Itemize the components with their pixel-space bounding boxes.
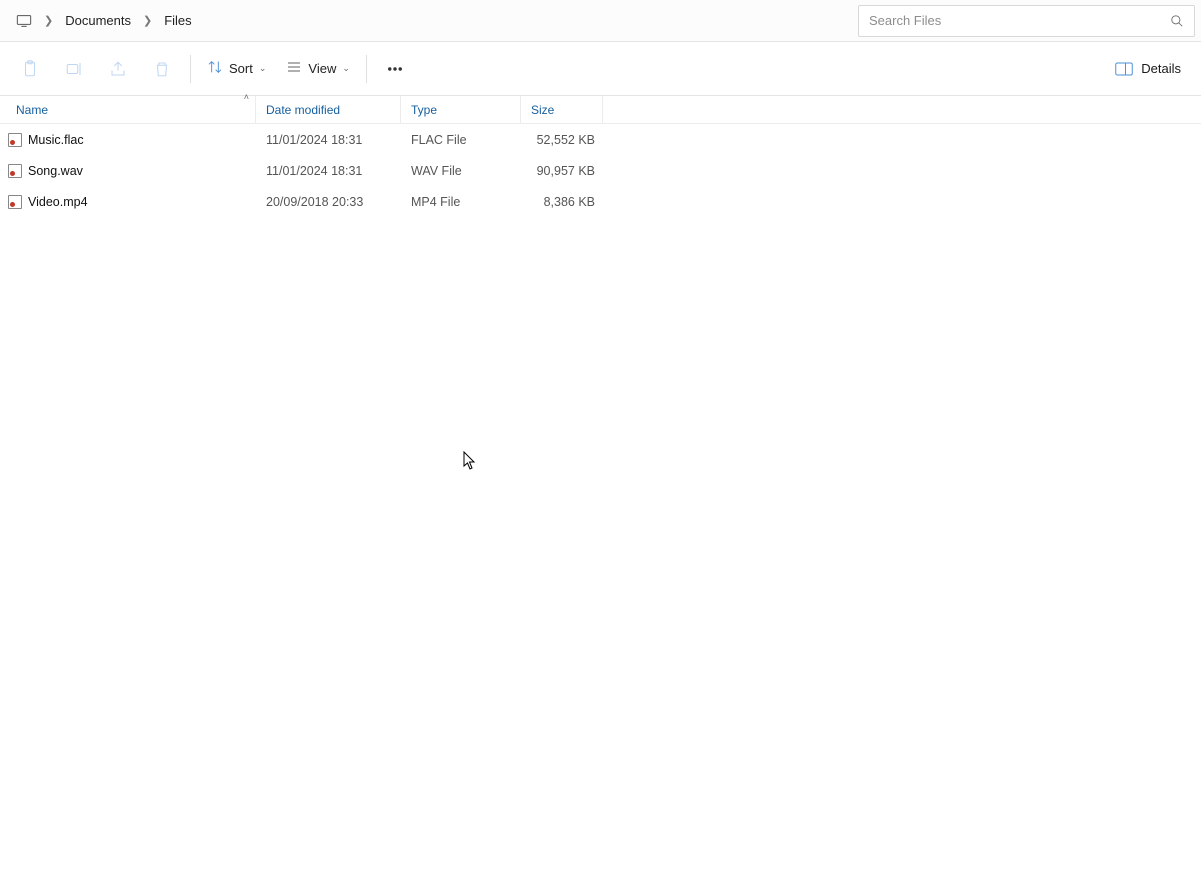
media-file-icon xyxy=(8,195,22,209)
sort-button[interactable]: Sort ⌄ xyxy=(197,49,276,89)
breadcrumb-label: Files xyxy=(164,13,191,28)
file-row[interactable]: Music.flac 11/01/2024 18:31 FLAC File 52… xyxy=(0,124,1201,155)
details-pane-icon xyxy=(1115,62,1133,76)
file-type: WAV File xyxy=(401,164,521,178)
file-type: MP4 File xyxy=(401,195,521,209)
column-label: Name xyxy=(16,103,48,117)
file-name: Song.wav xyxy=(28,164,83,178)
search-input[interactable] xyxy=(869,13,1170,28)
search-box[interactable] xyxy=(858,5,1195,37)
this-pc-icon[interactable] xyxy=(8,0,40,41)
media-file-icon xyxy=(8,133,22,147)
file-list[interactable]: Music.flac 11/01/2024 18:31 FLAC File 52… xyxy=(0,124,1201,217)
toolbar-separator xyxy=(366,55,367,83)
chevron-right-icon[interactable]: ❯ xyxy=(40,0,57,41)
column-header-date[interactable]: Date modified xyxy=(256,96,401,123)
chevron-down-icon: ⌄ xyxy=(342,63,350,74)
file-date: 20/09/2018 20:33 xyxy=(256,195,401,209)
view-label: View xyxy=(308,61,336,76)
breadcrumb[interactable]: ❯ Documents ❯ Files xyxy=(0,0,858,41)
list-icon xyxy=(286,59,302,78)
file-type: FLAC File xyxy=(401,133,521,147)
breadcrumb-label: Documents xyxy=(65,13,131,28)
column-label: Size xyxy=(531,103,554,117)
file-size: 8,386 KB xyxy=(521,195,603,209)
details-pane-button[interactable]: Details xyxy=(1103,49,1193,89)
chevron-down-icon: ⌄ xyxy=(259,63,267,74)
file-row[interactable]: Song.wav 11/01/2024 18:31 WAV File 90,95… xyxy=(0,155,1201,186)
view-button[interactable]: View ⌄ xyxy=(276,49,360,89)
breadcrumb-item[interactable]: Files xyxy=(156,0,199,41)
column-headers: Name ˄ Date modified Type Size xyxy=(0,96,1201,124)
cursor-icon xyxy=(463,451,477,471)
file-date: 11/01/2024 18:31 xyxy=(256,164,401,178)
column-header-type[interactable]: Type xyxy=(401,96,521,123)
file-date: 11/01/2024 18:31 xyxy=(256,133,401,147)
file-name: Music.flac xyxy=(28,133,84,147)
sort-icon xyxy=(207,59,223,78)
toolbar-separator xyxy=(190,55,191,83)
file-size: 52,552 KB xyxy=(521,133,603,147)
delete-button xyxy=(140,49,184,89)
media-file-icon xyxy=(8,164,22,178)
search-icon xyxy=(1170,14,1184,28)
column-label: Date modified xyxy=(266,103,340,117)
sort-ascending-icon: ˄ xyxy=(244,92,249,102)
share-button xyxy=(96,49,140,89)
details-label: Details xyxy=(1141,61,1181,76)
toolbar: Sort ⌄ View ⌄ Details xyxy=(0,42,1201,96)
sort-label: Sort xyxy=(229,61,253,76)
address-bar: ❯ Documents ❯ Files xyxy=(0,0,1201,42)
rename-button xyxy=(52,49,96,89)
column-label: Type xyxy=(411,103,437,117)
chevron-right-icon[interactable]: ❯ xyxy=(139,0,156,41)
more-button[interactable] xyxy=(373,49,417,89)
file-name: Video.mp4 xyxy=(28,195,88,209)
file-size: 90,957 KB xyxy=(521,164,603,178)
column-header-size[interactable]: Size xyxy=(521,96,603,123)
column-header-name[interactable]: Name ˄ xyxy=(0,96,256,123)
file-row[interactable]: Video.mp4 20/09/2018 20:33 MP4 File 8,38… xyxy=(0,186,1201,217)
breadcrumb-item[interactable]: Documents xyxy=(57,0,139,41)
paste-button xyxy=(8,49,52,89)
